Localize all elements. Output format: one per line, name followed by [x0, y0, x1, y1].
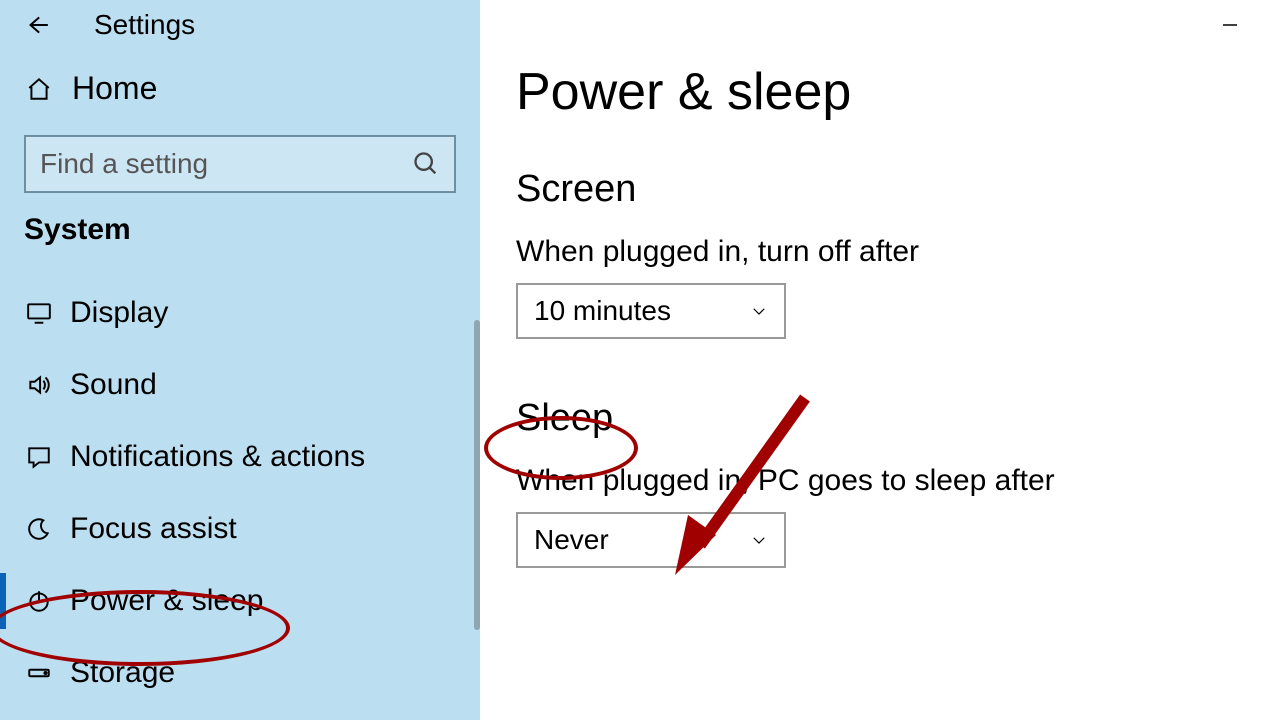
sidebar-item-storage[interactable]: Storage	[0, 637, 480, 709]
moon-icon	[26, 516, 52, 542]
nav-label: Sound	[70, 368, 157, 402]
minimize-icon	[1221, 16, 1239, 34]
screen-section-heading: Screen	[516, 168, 1280, 211]
home-icon	[26, 76, 52, 102]
power-icon	[26, 588, 52, 614]
sidebar-item-sound[interactable]: Sound	[0, 349, 480, 421]
nav-label: Display	[70, 296, 168, 330]
sleep-after-dropdown[interactable]: Never	[516, 512, 786, 568]
dropdown-value: 10 minutes	[534, 295, 750, 327]
screen-turnoff-dropdown[interactable]: 10 minutes	[516, 283, 786, 339]
search-box[interactable]	[24, 135, 456, 193]
search-icon	[412, 150, 440, 178]
sidebar-item-focus-assist[interactable]: Focus assist	[0, 493, 480, 565]
nav-label: Focus assist	[70, 512, 237, 546]
sidebar-section-label: System	[24, 213, 480, 247]
monitor-icon	[26, 300, 52, 326]
sound-icon	[26, 372, 52, 398]
sidebar-item-display[interactable]: Display	[0, 277, 480, 349]
nav-label: Storage	[70, 656, 175, 690]
app-title: Settings	[94, 9, 195, 41]
home-label: Home	[72, 70, 157, 107]
arrow-left-icon	[24, 12, 50, 38]
minimize-button[interactable]	[1210, 10, 1250, 40]
page-title: Power & sleep	[516, 62, 1280, 122]
sidebar-home[interactable]: Home	[0, 50, 480, 127]
nav-label: Power & sleep	[70, 584, 263, 618]
sleep-after-label: When plugged in, PC goes to sleep after	[516, 464, 1280, 498]
main-content: Power & sleep Screen When plugged in, tu…	[480, 0, 1280, 720]
back-button[interactable]	[24, 5, 64, 45]
sidebar-item-power-sleep[interactable]: Power & sleep	[0, 565, 480, 637]
chevron-down-icon	[750, 302, 768, 320]
sidebar: Settings Home System	[0, 0, 480, 720]
chevron-down-icon	[750, 531, 768, 549]
sidebar-item-notifications[interactable]: Notifications & actions	[0, 421, 480, 493]
search-input[interactable]	[40, 148, 412, 180]
message-icon	[26, 444, 52, 470]
nav-label: Notifications & actions	[70, 440, 365, 474]
screen-turnoff-label: When plugged in, turn off after	[516, 235, 1280, 269]
sleep-section-heading: Sleep	[516, 397, 1280, 440]
dropdown-value: Never	[534, 524, 750, 556]
storage-icon	[26, 660, 52, 686]
